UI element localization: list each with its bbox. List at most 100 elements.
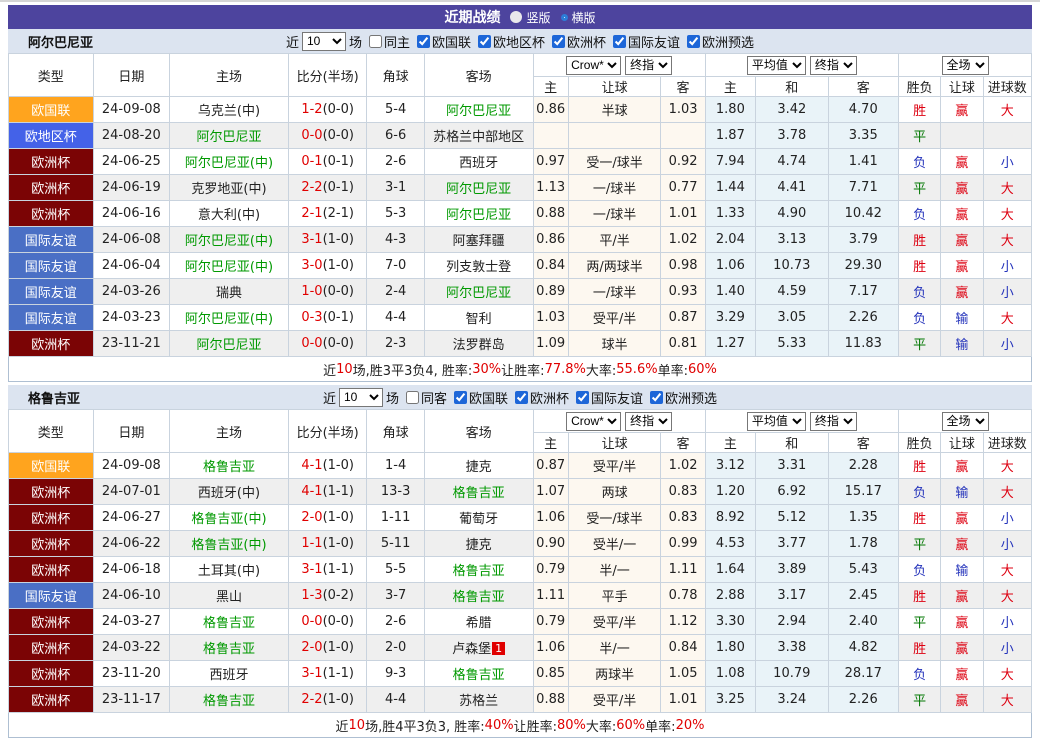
results-table: 类型日期主场比分(半场)角球客场Crow*终指平均值终指全场主让球客主和客胜负让… <box>8 53 1032 357</box>
league-filter[interactable]: 欧国联 <box>413 32 471 51</box>
result-handicap: 赢 <box>941 687 983 713</box>
home-team: 意大利(中) <box>170 201 289 227</box>
sub-header: 主 <box>705 433 755 453</box>
final-index-select-2[interactable]: 终指 <box>810 412 857 431</box>
match-count-select[interactable]: 10 <box>339 388 383 407</box>
league-checkbox[interactable] <box>417 35 430 48</box>
league-checkbox[interactable] <box>650 391 663 404</box>
avg-away-odds: 3.79 <box>828 227 898 253</box>
summary-segment: 大率: <box>586 716 616 735</box>
col-score-header: 比分(半场) <box>288 410 367 453</box>
match-score: 1-3(0-2) <box>288 583 367 609</box>
result-handicap: 赢 <box>941 453 983 479</box>
match-score: 1-0(0-0) <box>288 279 367 305</box>
handicap-line: 一/球半 <box>568 279 661 305</box>
same-venue-filter[interactable]: 同主 <box>365 32 410 51</box>
final-index-select[interactable]: 终指 <box>625 56 672 75</box>
result-wdl: 平 <box>899 331 941 357</box>
same-venue-label: 同客 <box>421 388 447 407</box>
sub-header: 主 <box>533 433 568 453</box>
average-select[interactable]: 平均值 <box>747 412 806 431</box>
summary-segment: 80% <box>557 718 586 733</box>
result-handicap: 赢 <box>941 149 983 175</box>
fulltime-score: 2-1 <box>301 206 322 221</box>
same-venue-checkbox[interactable] <box>369 35 382 48</box>
table-row: 国际友谊24-06-08阿尔巴尼亚(中)3-1(1-0)4-3阿塞拜疆0.86平… <box>9 227 1032 253</box>
type-badge: 欧洲杯 <box>9 635 94 661</box>
league-label: 欧地区杯 <box>493 32 545 51</box>
avg-draw-odds: 3.77 <box>756 531 828 557</box>
league-filter[interactable]: 欧地区杯 <box>474 32 545 51</box>
avg-draw-odds: 10.79 <box>756 661 828 687</box>
league-checkbox[interactable] <box>478 35 491 48</box>
layout-horizontal-radio[interactable]: 横版 <box>561 9 596 26</box>
match-date: 24-03-27 <box>93 609 170 635</box>
handicap-home-odds: 0.84 <box>533 253 568 279</box>
league-filter[interactable]: 欧洲杯 <box>511 388 569 407</box>
halftime-score: (0-0) <box>323 128 354 143</box>
league-filter[interactable]: 欧洲预选 <box>646 388 717 407</box>
avg-draw-odds: 6.92 <box>756 479 828 505</box>
league-filter[interactable]: 欧洲杯 <box>548 32 606 51</box>
handicap-home-odds: 0.97 <box>533 149 568 175</box>
handicap-home-odds: 0.85 <box>533 661 568 687</box>
league-filter[interactable]: 国际友谊 <box>572 388 643 407</box>
corner-score: 4-4 <box>367 687 424 713</box>
league-filter[interactable]: 欧国联 <box>450 388 508 407</box>
filter-prefix-label: 近 <box>286 32 299 51</box>
league-filter[interactable]: 欧洲预选 <box>683 32 754 51</box>
fulltime-select[interactable]: 全场 <box>942 56 989 75</box>
fulltime-score: 0-0 <box>301 614 322 629</box>
team-name: 阿尔巴尼亚 <box>28 32 93 51</box>
avg-away-odds: 1.41 <box>828 149 898 175</box>
type-badge: 欧洲杯 <box>9 557 94 583</box>
fulltime-score: 1-1 <box>301 536 322 551</box>
bookmaker-select[interactable]: Crow* <box>566 412 621 431</box>
result-handicap: 赢 <box>941 175 983 201</box>
final-index-select[interactable]: 终指 <box>625 412 672 431</box>
league-checkbox[interactable] <box>454 391 467 404</box>
league-checkbox[interactable] <box>576 391 589 404</box>
type-badge: 国际友谊 <box>9 227 94 253</box>
home-team: 阿尔巴尼亚(中) <box>170 305 289 331</box>
league-checkbox[interactable] <box>687 35 700 48</box>
league-checkbox[interactable] <box>515 391 528 404</box>
fulltime-select[interactable]: 全场 <box>942 412 989 431</box>
type-badge: 欧洲杯 <box>9 175 94 201</box>
league-checkbox[interactable] <box>613 35 626 48</box>
corner-score: 9-3 <box>367 661 424 687</box>
final-index-select-2[interactable]: 终指 <box>810 56 857 75</box>
home-team: 阿尔巴尼亚(中) <box>170 149 289 175</box>
handicap-home-odds: 0.87 <box>533 453 568 479</box>
sub-header: 胜负 <box>899 433 941 453</box>
table-row: 欧洲杯24-07-01西班牙(中)4-1(1-1)13-3格鲁吉亚1.07两球0… <box>9 479 1032 505</box>
col-date-header: 日期 <box>93 54 170 97</box>
corner-score: 1-11 <box>367 505 424 531</box>
match-count-select[interactable]: 10 <box>302 32 346 51</box>
league-checkbox[interactable] <box>552 35 565 48</box>
away-team: 格鲁吉亚 <box>424 557 533 583</box>
col-home-header: 主场 <box>170 410 289 453</box>
away-team: 智利 <box>424 305 533 331</box>
handicap-home-odds: 1.11 <box>533 583 568 609</box>
handicap-line: 受平/半 <box>568 609 661 635</box>
same-venue-checkbox[interactable] <box>406 391 419 404</box>
bookmaker-select[interactable]: Crow* <box>566 56 621 75</box>
league-filter[interactable]: 国际友谊 <box>609 32 680 51</box>
bookmaker-odds-group: Crow*终指 <box>533 54 705 77</box>
result-goals: 小 <box>983 531 1031 557</box>
result-handicap: 赢 <box>941 609 983 635</box>
handicap-away-odds <box>661 123 705 149</box>
league-label: 欧国联 <box>432 32 471 51</box>
same-venue-filter[interactable]: 同客 <box>402 388 447 407</box>
table-row: 欧洲杯23-11-21阿尔巴尼亚0-0(0-0)2-3法罗群岛1.09球半0.8… <box>9 331 1032 357</box>
radio-checked-icon[interactable] <box>561 14 568 21</box>
avg-draw-odds: 4.74 <box>756 149 828 175</box>
average-select[interactable]: 平均值 <box>747 56 806 75</box>
league-label: 欧洲杯 <box>530 388 569 407</box>
result-wdl: 平 <box>899 531 941 557</box>
radio-unchecked-icon[interactable] <box>510 11 522 23</box>
away-team-name: 苏格兰 <box>459 694 498 709</box>
layout-vertical-radio[interactable]: 竖版 <box>510 9 550 26</box>
result-goals: 小 <box>983 505 1031 531</box>
